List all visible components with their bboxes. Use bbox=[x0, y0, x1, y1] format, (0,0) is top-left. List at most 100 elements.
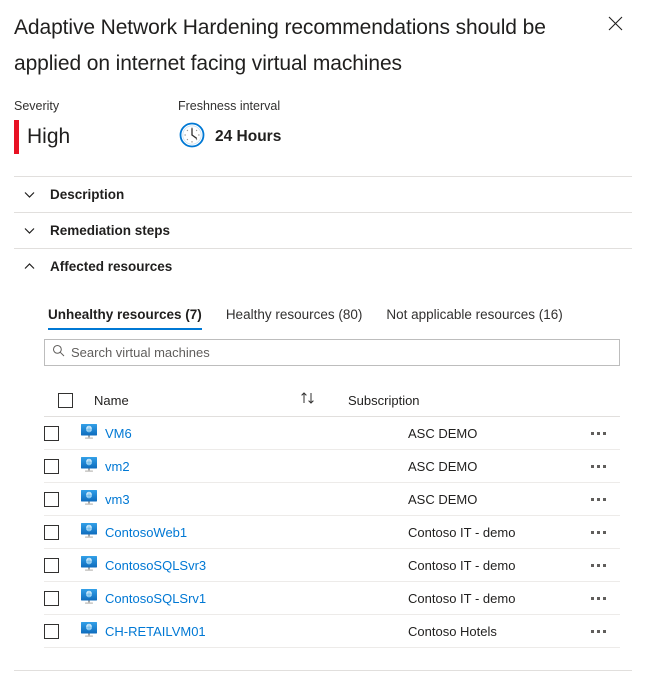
row-name-cell: vm2 bbox=[80, 455, 348, 478]
row-checkbox[interactable] bbox=[44, 590, 59, 606]
more-options-icon bbox=[590, 596, 606, 600]
severity-indicator-bar bbox=[14, 120, 19, 154]
row-select-cell bbox=[44, 491, 80, 507]
row-select-cell bbox=[44, 623, 80, 639]
row-select-cell bbox=[44, 557, 80, 573]
column-header-name[interactable]: Name bbox=[94, 393, 288, 408]
row-subscription: ASC DEMO bbox=[408, 425, 478, 441]
close-icon bbox=[608, 16, 623, 31]
footer-divider bbox=[14, 670, 632, 671]
select-all-cell bbox=[58, 392, 94, 408]
affected-resources-panel: Unhealthy resources (7) Healthy resource… bbox=[14, 294, 632, 648]
tab-not-applicable-resources[interactable]: Not applicable resources (16) bbox=[374, 307, 574, 330]
accordion-affected-resources[interactable]: Affected resources bbox=[14, 248, 632, 284]
row-select-cell bbox=[44, 458, 80, 474]
accordion-remediation-steps[interactable]: Remediation steps bbox=[14, 212, 632, 248]
row-name-cell: ContosoWeb1 bbox=[80, 521, 348, 544]
search-icon bbox=[52, 344, 65, 362]
resource-name-link[interactable]: CH-RETAILVM01 bbox=[105, 624, 206, 639]
summary-metrics: Severity High Freshness interval 24 Hour… bbox=[14, 82, 632, 154]
more-options-icon bbox=[590, 629, 606, 633]
accordion-remediation-steps-label: Remediation steps bbox=[50, 223, 171, 238]
virtual-machine-icon bbox=[80, 554, 98, 577]
table-row[interactable]: VM6 ASC DEMO bbox=[44, 417, 620, 450]
freshness-value: 24 Hours bbox=[215, 128, 282, 145]
row-name-cell: VM6 bbox=[80, 422, 348, 445]
resource-name-link[interactable]: ContosoSQLSrv1 bbox=[105, 591, 206, 606]
table-row[interactable]: CH-RETAILVM01 Contoso Hotels bbox=[44, 615, 620, 648]
resource-name-link[interactable]: VM6 bbox=[105, 426, 132, 441]
virtual-machine-icon bbox=[80, 488, 98, 511]
table-row[interactable]: vm2 ASC DEMO bbox=[44, 450, 620, 483]
sort-button[interactable] bbox=[288, 391, 348, 410]
row-more-options-button[interactable] bbox=[576, 629, 620, 633]
freshness-block: Freshness interval 24 Hours bbox=[178, 98, 281, 154]
column-header-name-label: Name bbox=[94, 392, 129, 408]
row-name-cell: CH-RETAILVM01 bbox=[80, 620, 348, 643]
sort-ascending-descending-icon bbox=[300, 391, 318, 410]
accordion-list: Description Remediation steps Affected r… bbox=[14, 176, 632, 284]
accordion-description-label: Description bbox=[50, 187, 125, 202]
row-more-options-button[interactable] bbox=[576, 563, 620, 567]
row-name-cell: vm3 bbox=[80, 488, 348, 511]
row-name-cell: ContosoSQLSvr3 bbox=[80, 554, 348, 577]
row-checkbox[interactable] bbox=[44, 524, 59, 540]
virtual-machine-icon bbox=[80, 422, 98, 445]
chevron-down-icon bbox=[18, 224, 40, 237]
more-options-icon bbox=[590, 530, 606, 534]
table-header-row: Name Subscription bbox=[44, 374, 620, 417]
table-row[interactable]: vm3 ASC DEMO bbox=[44, 483, 620, 516]
row-select-cell bbox=[44, 524, 80, 540]
row-more-options-button[interactable] bbox=[576, 431, 620, 435]
search-box[interactable] bbox=[44, 339, 620, 366]
more-options-icon bbox=[590, 497, 606, 501]
tab-unhealthy-resources-label: Unhealthy resources (7) bbox=[48, 307, 202, 322]
row-subscription: ASC DEMO bbox=[408, 458, 478, 474]
accordion-affected-resources-label: Affected resources bbox=[50, 259, 173, 274]
resource-tabs: Unhealthy resources (7) Healthy resource… bbox=[44, 294, 632, 330]
severity-label: Severity bbox=[14, 99, 60, 113]
row-checkbox[interactable] bbox=[44, 458, 59, 474]
row-subscription: Contoso IT - demo bbox=[408, 557, 516, 573]
table-row[interactable]: ContosoWeb1 Contoso IT - demo bbox=[44, 516, 620, 549]
row-checkbox[interactable] bbox=[44, 623, 59, 639]
row-more-options-button[interactable] bbox=[576, 596, 620, 600]
accordion-description[interactable]: Description bbox=[14, 176, 632, 212]
select-all-checkbox[interactable] bbox=[58, 392, 73, 408]
chevron-up-icon bbox=[18, 260, 40, 273]
close-button[interactable] bbox=[600, 8, 630, 38]
resource-name-link[interactable]: vm2 bbox=[105, 459, 130, 474]
row-more-options-button[interactable] bbox=[576, 497, 620, 501]
row-select-cell bbox=[44, 425, 80, 441]
row-checkbox[interactable] bbox=[44, 425, 59, 441]
page-title: Adaptive Network Hardening recommendatio… bbox=[14, 16, 546, 75]
severity-value: High bbox=[27, 125, 71, 148]
table-row[interactable]: ContosoSQLSvr3 Contoso IT - demo bbox=[44, 549, 620, 582]
tab-not-applicable-resources-label: Not applicable resources (16) bbox=[386, 307, 563, 322]
more-options-icon bbox=[590, 464, 606, 468]
resource-name-link[interactable]: ContosoSQLSvr3 bbox=[105, 558, 206, 573]
column-header-subscription[interactable]: Subscription bbox=[348, 393, 516, 408]
clock-icon bbox=[178, 121, 206, 154]
row-subscription: Contoso IT - demo bbox=[408, 590, 516, 606]
row-more-options-button[interactable] bbox=[576, 530, 620, 534]
row-name-cell: ContosoSQLSrv1 bbox=[80, 587, 348, 610]
virtual-machine-icon bbox=[80, 620, 98, 643]
row-more-options-button[interactable] bbox=[576, 464, 620, 468]
table-row[interactable]: ContosoSQLSrv1 Contoso IT - demo bbox=[44, 582, 620, 615]
more-options-icon bbox=[590, 431, 606, 435]
search-input[interactable] bbox=[71, 345, 612, 360]
row-select-cell bbox=[44, 590, 80, 606]
severity-block: Severity High bbox=[14, 98, 178, 154]
row-checkbox[interactable] bbox=[44, 491, 59, 507]
tab-healthy-resources[interactable]: Healthy resources (80) bbox=[214, 307, 375, 330]
row-subscription: Contoso Hotels bbox=[408, 623, 497, 639]
virtual-machine-icon bbox=[80, 521, 98, 544]
tab-healthy-resources-label: Healthy resources (80) bbox=[225, 307, 363, 322]
resource-name-link[interactable]: ContosoWeb1 bbox=[105, 525, 187, 540]
tab-unhealthy-resources[interactable]: Unhealthy resources (7) bbox=[44, 307, 214, 330]
row-subscription: Contoso IT - demo bbox=[408, 524, 516, 540]
virtual-machine-icon bbox=[80, 455, 98, 478]
resource-name-link[interactable]: vm3 bbox=[105, 492, 130, 507]
row-checkbox[interactable] bbox=[44, 557, 59, 573]
